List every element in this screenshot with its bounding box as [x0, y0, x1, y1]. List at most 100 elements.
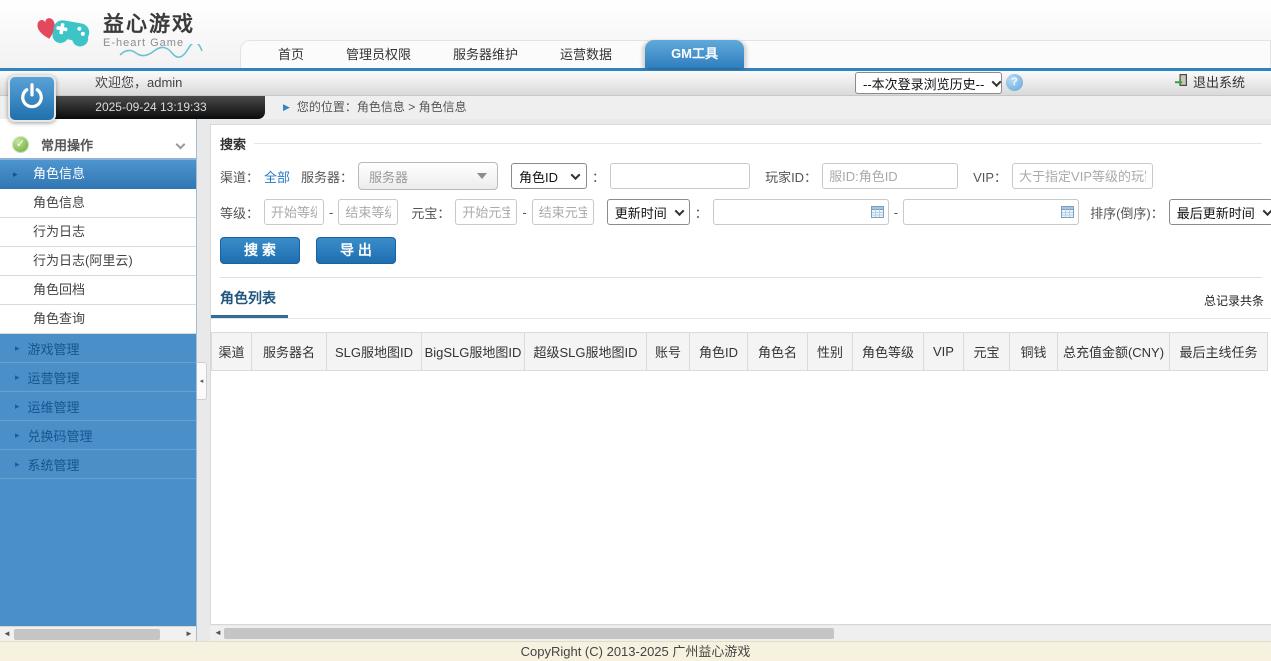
- vip-label: VIP：: [973, 169, 1008, 185]
- server-select[interactable]: 服务器: [358, 162, 499, 190]
- sidebar-item-behavior-log-aliyun[interactable]: 行为日志(阿里云): [0, 247, 196, 276]
- check-circle-icon: ✓: [12, 135, 29, 153]
- chevron-down-icon: [175, 139, 186, 149]
- table-header-row: 渠道 服务器名 SLG服地图ID BigSLG服地图ID 超级SLG服地图ID …: [211, 332, 1268, 371]
- sidebar-group-game-management[interactable]: ▸ 游戏管理: [0, 334, 196, 363]
- search-buttons-row: 搜 索 导 出: [220, 237, 1262, 264]
- sidebar-item-role-query[interactable]: 角色查询: [0, 305, 196, 334]
- status-bar: 2025-09-24 13:19:33 ▶ 您的位置：角色信息 > 角色信息: [0, 96, 1271, 119]
- col-role-level: 角色等级: [852, 332, 924, 371]
- group-arrow-icon: ▸: [15, 458, 20, 469]
- sidebar-top-section: ✓ 常用操作 ▸ 角色信息 角色信息 行为日志 行为日志(阿里云) 角色回档 角…: [0, 119, 196, 334]
- history-select-value: --本次登录浏览历史--: [863, 76, 985, 92]
- level-start-input[interactable]: [264, 199, 325, 225]
- keyword-input[interactable]: [610, 163, 751, 189]
- date-start-wrap: [712, 199, 889, 225]
- level-label: 等级：: [220, 205, 260, 221]
- sidebar-group-operation-management[interactable]: ▸ 运营管理: [0, 363, 196, 392]
- gold-end-input[interactable]: [531, 199, 594, 225]
- chevron-down-icon: [1262, 205, 1271, 216]
- sidebar-item-role-rollback[interactable]: 角色回档: [0, 276, 196, 305]
- datetime-display: 2025-09-24 13:19:33: [37, 96, 265, 119]
- col-super-slg-map-id: 超级SLG服地图ID: [524, 332, 647, 371]
- main-nav-tabs: 首页 管理员权限 服务器维护 运营数据 GM工具: [240, 40, 1271, 68]
- time-field-select-value: 更新时间: [614, 205, 667, 221]
- scrollbar-thumb[interactable]: [14, 629, 160, 640]
- scroll-right-icon[interactable]: ►: [183, 627, 195, 641]
- range-dash: -: [893, 204, 899, 220]
- search-field-select[interactable]: 角色ID: [511, 163, 588, 189]
- content-panel: 搜索 渠道 ： 全部 服务器： 服务器 角色ID ： 玩家ID： 服ID:角色ID…: [210, 124, 1271, 625]
- col-account: 账号: [646, 332, 690, 371]
- search-section: 搜索 渠道： 全部 服务器： 服务器 角色ID ： 玩家ID： 服ID:角色ID…: [211, 125, 1271, 278]
- sidebar: ✓ 常用操作 ▸ 角色信息 角色信息 行为日志 行为日志(阿里云) 角色回档 角…: [0, 119, 197, 641]
- sort-select[interactable]: 最后更新时间: [1168, 199, 1271, 225]
- history-select[interactable]: --本次登录浏览历史--: [855, 72, 1002, 94]
- heart-gamepad-logo-icon: [36, 13, 94, 58]
- sidebar-collapse-handle[interactable]: ◂: [197, 362, 207, 400]
- chevron-down-icon: [991, 76, 1002, 87]
- logout-door-icon: [1174, 71, 1188, 95]
- calendar-icon[interactable]: [1061, 205, 1075, 221]
- col-server-name: 服务器名: [251, 332, 327, 371]
- sidebar-item-role-info-active[interactable]: ▸ 角色信息: [0, 160, 196, 189]
- time-field-select[interactable]: 更新时间: [606, 199, 690, 225]
- date-start-input[interactable]: [712, 199, 889, 225]
- search-button[interactable]: 搜 索: [220, 237, 300, 264]
- top-header: 益心游戏 E-heart Game 首页 管理员权限 服务器维护 运营数据 GM…: [0, 0, 1271, 71]
- role-list-tab[interactable]: 角色列表: [211, 288, 288, 318]
- col-slg-map-id: SLG服地图ID: [326, 332, 422, 371]
- scroll-left-icon[interactable]: ◄: [1, 627, 13, 641]
- tab-operation-data[interactable]: 运营数据: [539, 41, 633, 68]
- colon-separator: ：: [592, 169, 606, 185]
- vip-input[interactable]: [1012, 163, 1154, 189]
- col-channel: 渠道: [211, 332, 252, 371]
- sidebar-item-role-info[interactable]: 角色信息: [0, 189, 196, 218]
- sidebar-header-common-operations[interactable]: ✓ 常用操作: [0, 130, 196, 160]
- power-icon: [18, 82, 46, 115]
- total-records-label: 总记录共条: [1203, 294, 1264, 308]
- search-row-1: 渠道： 全部 服务器： 服务器 角色ID ： 玩家ID： VIP：: [220, 162, 1262, 190]
- colon-separator: ：: [694, 205, 708, 221]
- sidebar-group-system-management[interactable]: ▸ 系统管理: [0, 450, 196, 479]
- gold-start-input[interactable]: [455, 199, 518, 225]
- col-last-main-quest: 最后主线任务: [1169, 332, 1268, 371]
- channel-all-link[interactable]: 全部: [264, 167, 290, 186]
- group-arrow-icon: ▸: [15, 342, 20, 353]
- collapse-arrow-icon: ◂: [199, 378, 204, 385]
- breadcrumb-text: 您的位置：角色信息 > 角色信息: [296, 100, 467, 114]
- gm-tool-page: 益心游戏 E-heart Game 首页 管理员权限 服务器维护 运营数据 GM…: [0, 0, 1271, 661]
- logout-button[interactable]: 退出系统: [1174, 71, 1245, 95]
- role-table: 渠道 服务器名 SLG服地图ID BigSLG服地图ID 超级SLG服地图ID …: [211, 332, 1268, 371]
- copyright-text: CopyRight (C) 2013-2025 广州益心游戏: [520, 644, 751, 659]
- power-button[interactable]: [8, 75, 56, 122]
- scrollbar-thumb[interactable]: [224, 628, 834, 639]
- sidebar-group-ops-maintenance[interactable]: ▸ 运维管理: [0, 392, 196, 421]
- export-button[interactable]: 导 出: [316, 237, 396, 264]
- search-legend: 搜索: [220, 134, 1262, 153]
- sidebar-item-behavior-log[interactable]: 行为日志: [0, 218, 196, 247]
- scroll-left-icon[interactable]: ◄: [212, 626, 224, 640]
- sidebar-group-label: 游戏管理: [27, 341, 80, 357]
- logout-label: 退出系统: [1192, 75, 1245, 90]
- brand-name-cn: 益心游戏: [103, 13, 195, 36]
- tab-home[interactable]: 首页: [257, 41, 325, 68]
- tab-admin-permission[interactable]: 管理员权限: [325, 41, 432, 68]
- help-icon[interactable]: ?: [1006, 74, 1023, 91]
- sidebar-horizontal-scrollbar[interactable]: ◄ ►: [0, 626, 196, 641]
- col-role-id: 角色ID: [689, 332, 748, 371]
- tab-gm-tool[interactable]: GM工具: [645, 40, 745, 68]
- search-field-select-value: 角色ID: [519, 169, 559, 185]
- date-end-input[interactable]: [903, 199, 1080, 225]
- main-content: 搜索 渠道 ： 全部 服务器： 服务器 角色ID ： 玩家ID： 服ID:角色ID…: [197, 119, 1271, 641]
- active-item-arrow-icon: ▸: [13, 169, 18, 179]
- tab-server-maintenance[interactable]: 服务器维护: [432, 41, 539, 68]
- range-dash: -: [329, 204, 334, 220]
- server-label: 服务器：: [301, 169, 354, 185]
- sidebar-group-label: 运营管理: [27, 370, 80, 386]
- calendar-icon[interactable]: [870, 205, 884, 221]
- level-end-input[interactable]: [338, 199, 399, 225]
- content-horizontal-scrollbar[interactable]: ◄: [210, 626, 1271, 641]
- sidebar-group-redeem-code[interactable]: ▸ 兑换码管理: [0, 421, 196, 450]
- player-id-input[interactable]: [822, 163, 959, 189]
